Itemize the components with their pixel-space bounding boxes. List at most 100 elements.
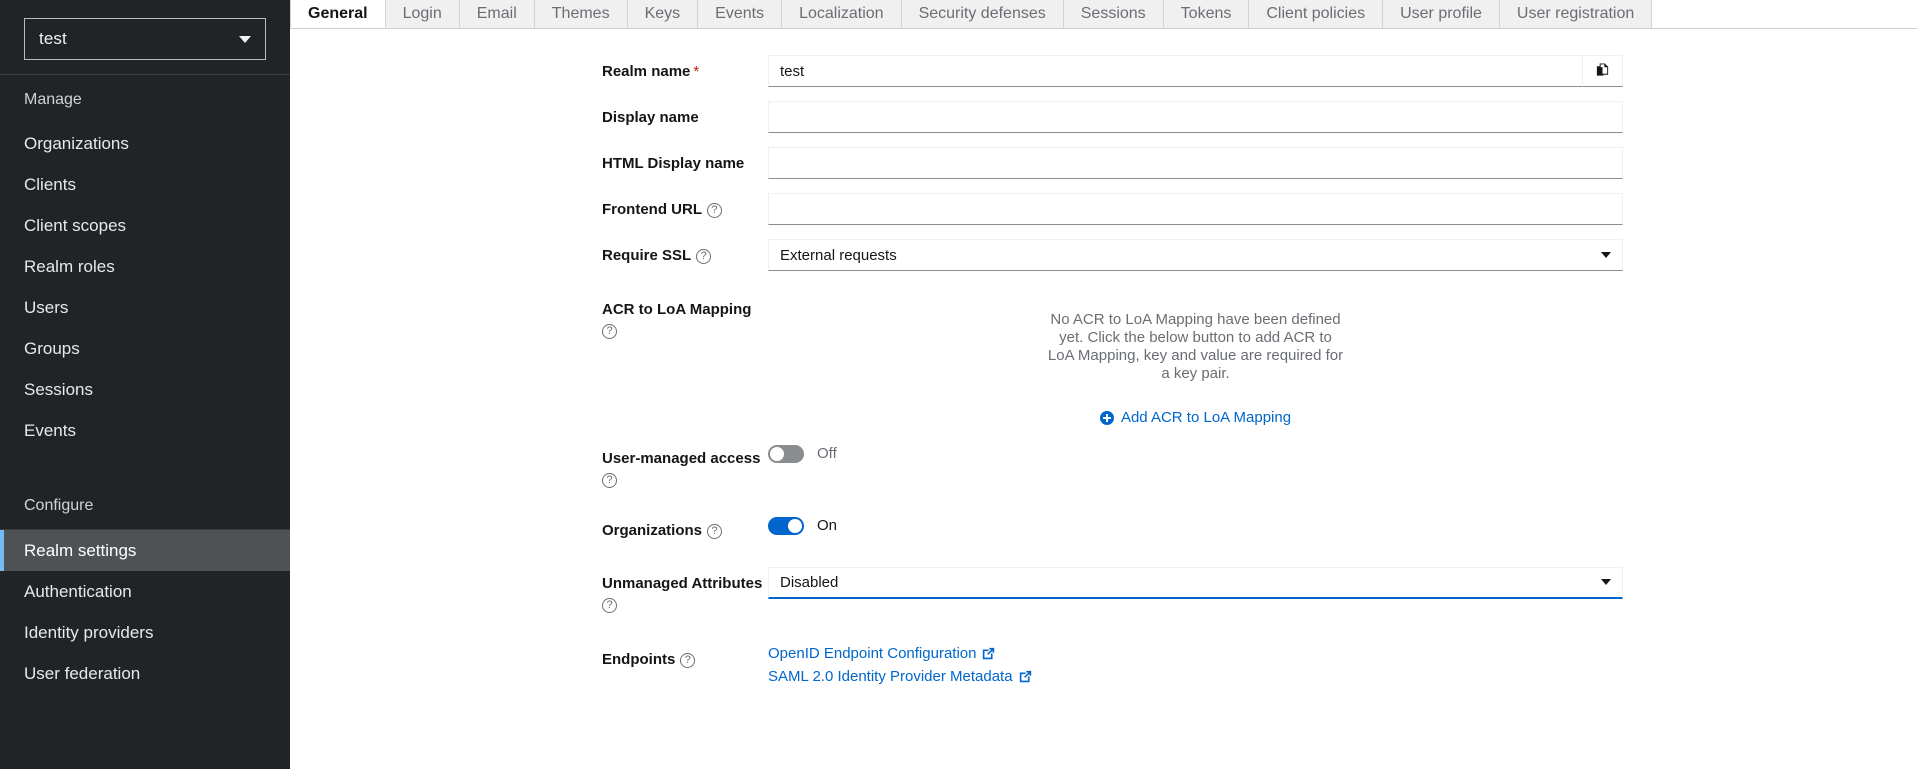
sidebar-item-user-federation[interactable]: User federation [0, 653, 290, 694]
tab-tokens[interactable]: Tokens [1163, 0, 1250, 28]
require-ssl-control: External requests [768, 239, 1623, 271]
copy-icon [1595, 62, 1610, 81]
realm-name-input[interactable] [768, 55, 1583, 87]
sidebar-section-title-configure: Configure [24, 497, 94, 514]
user-managed-access-toggle[interactable] [768, 444, 804, 463]
frontend-url-label: Frontend URL? [602, 193, 768, 220]
tab-bar: General Login Email Themes Keys Events L… [290, 0, 1917, 29]
tab-user-registration[interactable]: User registration [1499, 0, 1653, 28]
sidebar-item-realm-roles[interactable]: Realm roles [0, 246, 290, 287]
help-circle-icon[interactable]: ? [602, 472, 617, 488]
realm-selector[interactable]: test [24, 18, 266, 60]
sidebar-item-groups[interactable]: Groups [0, 328, 290, 369]
html-display-name-label: HTML Display name [602, 155, 745, 172]
unmanaged-attributes-select[interactable]: Disabled [768, 566, 1623, 599]
plus-circle-icon [1099, 410, 1114, 425]
form-row-acr-to-loa: ACR to LoA Mapping ? No ACR to LoA Mappi… [290, 293, 1917, 430]
organizations-label-text: Organizations [602, 521, 703, 539]
sidebar-item-users[interactable]: Users [0, 287, 290, 328]
sidebar-item-authentication[interactable]: Authentication [0, 571, 290, 612]
toggle-knob [788, 518, 802, 533]
tab-login[interactable]: Login [385, 0, 460, 28]
unmanaged-attributes-control: Disabled [768, 566, 1623, 599]
chevron-down-icon [239, 35, 251, 43]
realm-selector-value: test [39, 29, 67, 48]
frontend-url-input[interactable] [768, 193, 1623, 225]
sidebar: test Manage Organizations Clients Client… [0, 0, 290, 769]
help-circle-icon[interactable]: ? [706, 203, 722, 218]
form-row-require-ssl: Require SSL? External requests [290, 239, 1917, 271]
saml-idp-metadata-label: SAML 2.0 Identity Provider Metadata [768, 667, 1013, 685]
add-acr-to-loa-mapping-button[interactable]: Add ACR to LoA Mapping [1099, 409, 1291, 426]
help-circle-icon[interactable]: ? [680, 652, 696, 668]
sidebar-section-gap [0, 451, 290, 481]
frontend-url-label-text: Frontend URL [602, 201, 702, 218]
form-row-realm-name: Realm name * [290, 55, 1917, 87]
tab-email[interactable]: Email [459, 0, 535, 28]
help-circle-icon[interactable]: ? [602, 597, 617, 613]
organizations-toggle[interactable] [768, 516, 804, 535]
help-circle-icon[interactable]: ? [707, 523, 723, 539]
frontend-url-control [768, 193, 1623, 225]
unmanaged-attributes-label: Unmanaged Attributes ? [602, 567, 768, 613]
form-row-display-name: Display name [290, 101, 1917, 133]
endpoints-control: OpenID Endpoint Configuration SAML 2.0 I… [768, 643, 1032, 689]
require-ssl-label: Require SSL? [602, 239, 768, 266]
sidebar-section-manage: Manage Organizations Clients Client scop… [0, 75, 290, 451]
realm-general-form: Realm name* Display na [290, 29, 1917, 689]
user-managed-access-label-text: User-managed access [602, 449, 761, 467]
form-row-html-display-name: HTML Display name [290, 147, 1917, 179]
sidebar-item-organizations[interactable]: Organizations [0, 123, 290, 164]
realm-name-label-text: Realm name [602, 63, 691, 80]
tab-user-profile[interactable]: User profile [1383, 0, 1500, 28]
sidebar-section-configure: Configure Realm settings Authentication … [0, 481, 290, 694]
unmanaged-attributes-label-text: Unmanaged Attributes [602, 574, 763, 592]
acr-to-loa-label: ACR to LoA Mapping ? [602, 293, 768, 339]
sidebar-item-client-scopes[interactable]: Client scopes [0, 205, 290, 246]
toggle-knob [770, 446, 784, 461]
acr-to-loa-label-text: ACR to LoA Mapping [602, 301, 752, 318]
tab-localization[interactable]: Localization [782, 0, 902, 28]
openid-endpoint-configuration-label: OpenID Endpoint Configuration [768, 644, 977, 662]
user-managed-access-control: Off [768, 442, 837, 463]
organizations-label: Organizations? [602, 514, 768, 541]
caret-down-icon [1601, 252, 1611, 258]
help-circle-icon[interactable]: ? [696, 249, 712, 264]
tab-events[interactable]: Events [698, 0, 783, 28]
form-row-user-managed-access: User-managed access ? Off [290, 442, 1917, 488]
html-display-name-input[interactable] [768, 147, 1623, 179]
caret-down-icon [1601, 579, 1611, 585]
tab-sessions[interactable]: Sessions [1063, 0, 1164, 28]
help-circle-icon[interactable]: ? [602, 324, 617, 339]
endpoints-label: Endpoints? [602, 643, 768, 670]
tab-client-policies[interactable]: Client policies [1249, 0, 1384, 28]
sidebar-item-clients[interactable]: Clients [0, 164, 290, 205]
copy-realm-name-button[interactable] [1583, 55, 1623, 87]
external-link-icon [1019, 670, 1032, 683]
acr-to-loa-empty-text: No ACR to LoA Mapping have been defined … [1047, 311, 1344, 382]
tab-themes[interactable]: Themes [534, 0, 628, 28]
sidebar-item-events[interactable]: Events [0, 410, 290, 451]
display-name-label: Display name [602, 109, 699, 126]
form-row-unmanaged-attributes: Unmanaged Attributes ? Disabled [290, 566, 1917, 613]
display-name-control [768, 101, 1623, 133]
acr-to-loa-empty-state: No ACR to LoA Mapping have been defined … [768, 293, 1623, 430]
display-name-input[interactable] [768, 101, 1623, 133]
require-ssl-select[interactable]: External requests [768, 239, 1623, 271]
form-row-organizations: Organizations? On [290, 514, 1917, 541]
main-content: General Login Email Themes Keys Events L… [290, 0, 1917, 769]
sidebar-item-realm-settings[interactable]: Realm settings [0, 530, 290, 571]
sidebar-section-title-manage: Manage [24, 91, 82, 108]
user-managed-access-state: Off [817, 445, 837, 462]
required-asterisk: * [693, 63, 700, 80]
realm-selector-container: test [0, 0, 290, 74]
openid-endpoint-configuration-link[interactable]: OpenID Endpoint Configuration [768, 643, 1032, 664]
tab-security-defenses[interactable]: Security defenses [901, 0, 1064, 28]
sidebar-item-sessions[interactable]: Sessions [0, 369, 290, 410]
tab-keys[interactable]: Keys [627, 0, 699, 28]
organizations-control: On [768, 514, 837, 535]
saml-idp-metadata-link[interactable]: SAML 2.0 Identity Provider Metadata [768, 666, 1032, 687]
tab-general[interactable]: General [290, 0, 386, 28]
html-display-name-control [768, 147, 1623, 179]
sidebar-item-identity-providers[interactable]: Identity providers [0, 612, 290, 653]
